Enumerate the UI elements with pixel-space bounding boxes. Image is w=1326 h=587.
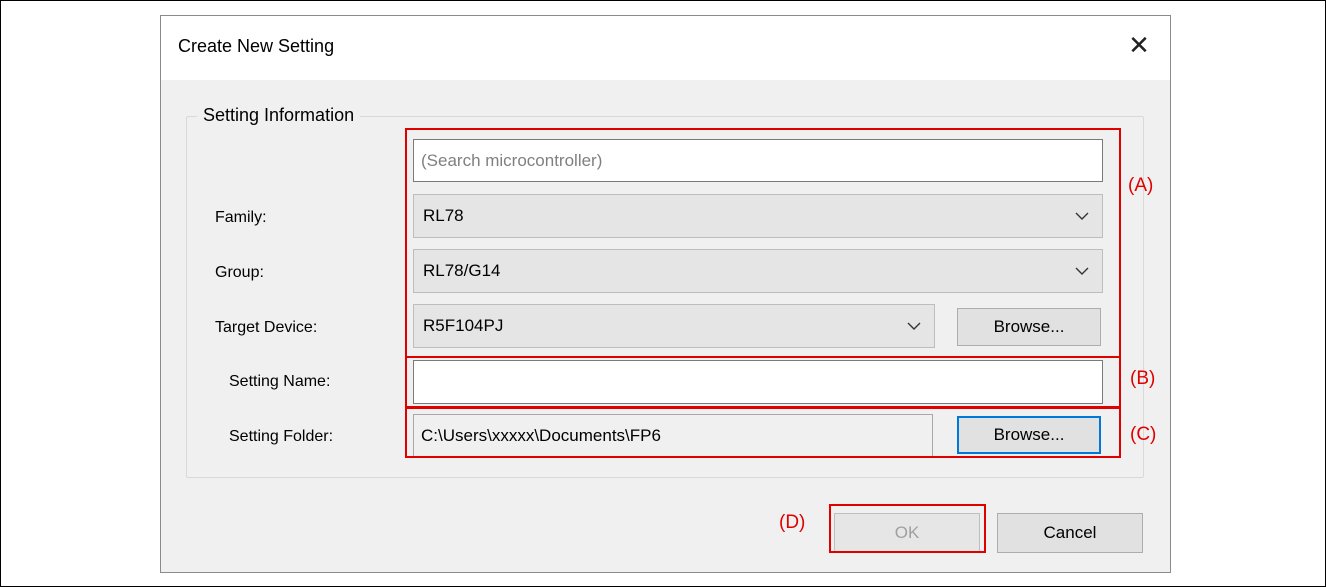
annotation-label-d: (D) (779, 512, 806, 533)
target-device-label: Target Device: (215, 319, 318, 336)
annotation-label-c: (C) (1130, 424, 1157, 445)
annotation-box-b (405, 356, 1121, 408)
dialog-title: Create New Setting (178, 36, 335, 56)
close-icon[interactable]: ✕ (1122, 28, 1156, 62)
annotation-box-c (405, 407, 1121, 458)
family-label: Family: (215, 209, 267, 226)
annotation-box-d (829, 504, 986, 553)
cancel-button[interactable]: Cancel (997, 513, 1143, 553)
setting-folder-label: Setting Folder: (229, 428, 334, 445)
annotation-box-a (405, 128, 1121, 358)
group-label: Group: (215, 264, 264, 281)
setting-name-label: Setting Name: (229, 373, 331, 390)
title-bar: Create New Setting ✕ (161, 16, 1170, 80)
annotation-label-a: (A) (1128, 175, 1154, 196)
annotation-label-b: (B) (1130, 368, 1156, 389)
setting-information-label: Setting Information (197, 105, 361, 126)
